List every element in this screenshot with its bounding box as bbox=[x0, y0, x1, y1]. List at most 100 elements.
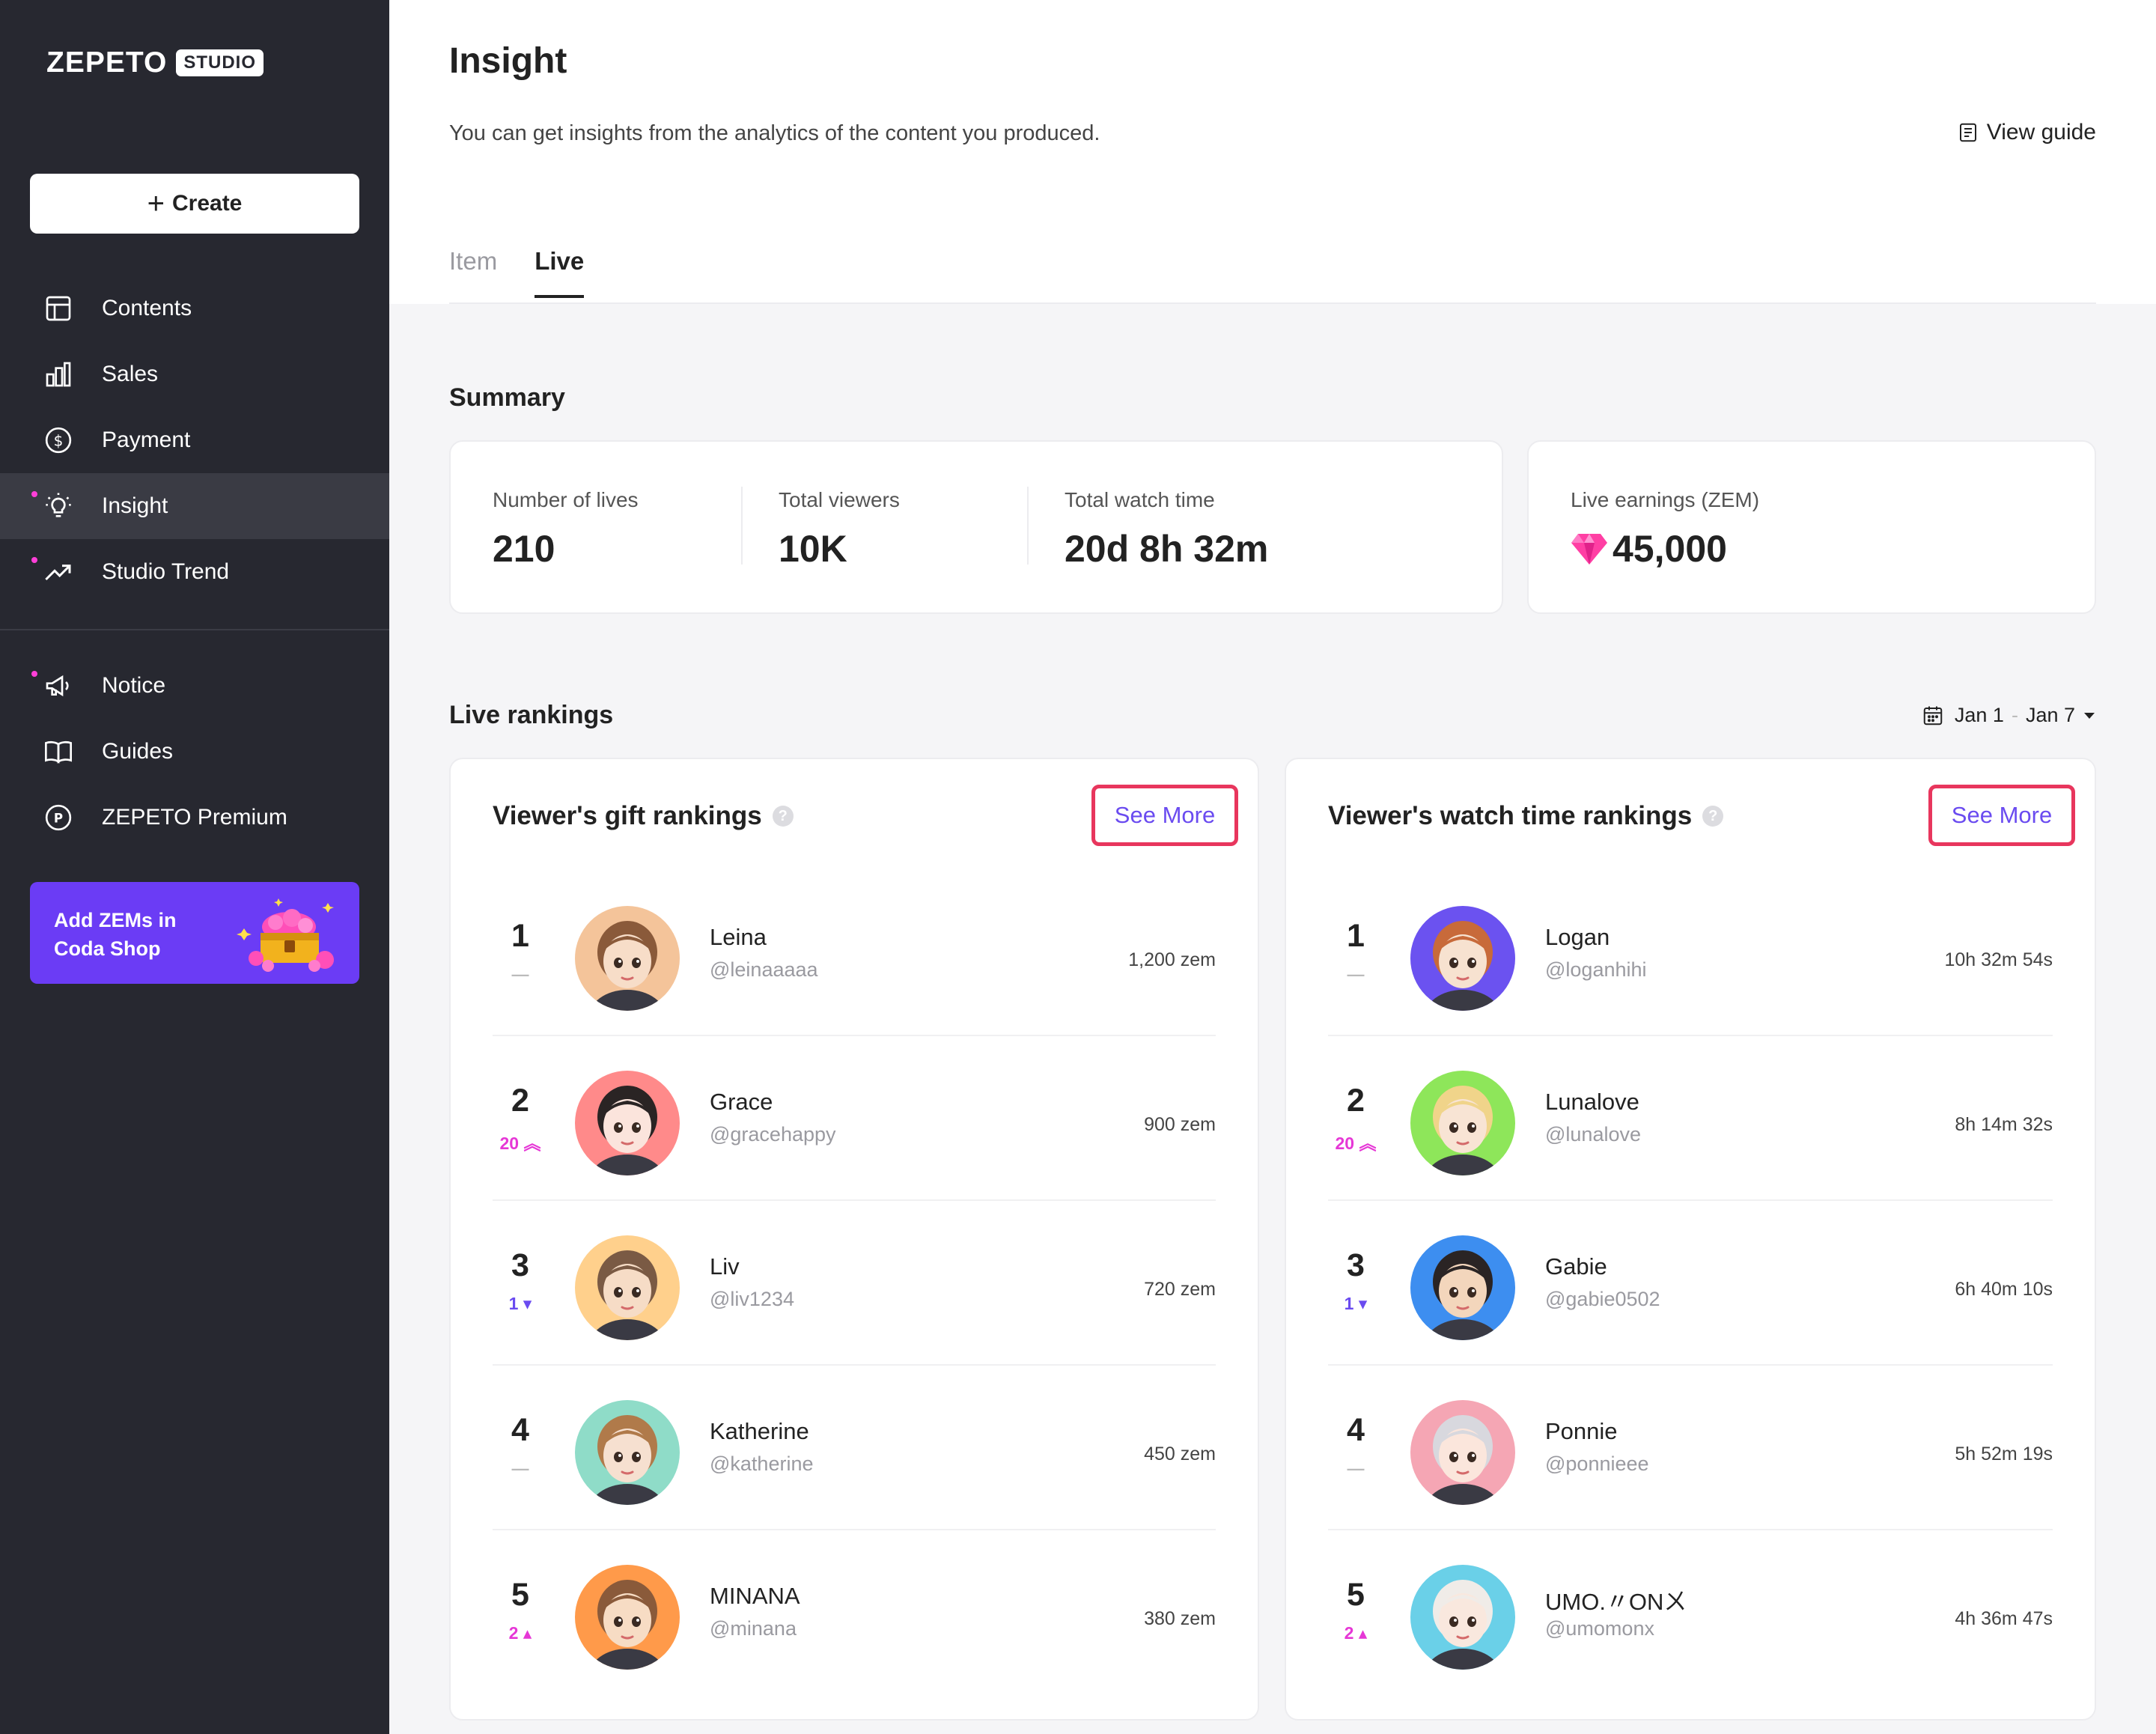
rank-change-value: 1 bbox=[1344, 1294, 1354, 1313]
sidebar-item-insight[interactable]: Insight bbox=[0, 473, 389, 539]
user-name[interactable]: Gabie bbox=[1545, 1253, 1607, 1280]
sidebar-item-payment[interactable]: $ Payment bbox=[0, 407, 389, 473]
gift-amount: 380 zem bbox=[1144, 1608, 1216, 1629]
ranking-row[interactable]: 1 — Logan @loganhihi 10h 32m 54s bbox=[1328, 871, 2053, 1036]
tab-live[interactable]: Live bbox=[535, 247, 585, 298]
user-name[interactable]: Logan bbox=[1545, 924, 1610, 951]
stat-label: Total viewers bbox=[779, 488, 900, 511]
user-avatar[interactable] bbox=[575, 906, 680, 1011]
plus-icon: + bbox=[147, 187, 165, 220]
ranking-row[interactable]: 5 2 ▴ UMO.〃ONㄨ @umomonx 4h 36m 47s bbox=[1328, 1530, 2053, 1695]
rank-number: 3 bbox=[1347, 1247, 1365, 1283]
stat-divider bbox=[741, 487, 743, 565]
see-more-button[interactable]: See More bbox=[1928, 785, 2075, 846]
user-name[interactable]: Leina bbox=[710, 924, 767, 951]
ranking-row[interactable]: 4 — Ponnie @ponnieee 5h 52m 19s bbox=[1328, 1366, 2053, 1530]
rank-change-value: 20 bbox=[1335, 1134, 1355, 1153]
ranking-row[interactable]: 2 20 ︽ Lunalove @lunalove 8h 14m 32s bbox=[1328, 1036, 2053, 1201]
stat-divider bbox=[1027, 487, 1029, 565]
user-avatar[interactable] bbox=[575, 1235, 680, 1340]
svg-text:P: P bbox=[54, 812, 63, 826]
date-start: Jan 1 bbox=[1954, 704, 2004, 726]
help-icon[interactable]: ? bbox=[1702, 806, 1724, 827]
user-name[interactable]: UMO.〃ONㄨ bbox=[1545, 1583, 1687, 1616]
gift-amount: 1,200 zem bbox=[1128, 949, 1216, 970]
sidebar-item-notice[interactable]: Notice bbox=[0, 653, 389, 719]
rank-change-value: — bbox=[511, 964, 529, 984]
sidebar-item-zepeto-premium[interactable]: P ZEPETO Premium bbox=[0, 785, 389, 851]
date-separator: - bbox=[2011, 704, 2018, 726]
user-avatar[interactable] bbox=[1410, 1071, 1515, 1175]
sidebar-item-label: ZEPETO Premium bbox=[102, 805, 287, 830]
coda-shop-promo-banner[interactable]: Add ZEMs in Coda Shop bbox=[30, 882, 359, 984]
user-name[interactable]: Liv bbox=[710, 1253, 740, 1280]
sidebar-item-label: Contents bbox=[102, 296, 192, 320]
gift-rankings-title: Viewer's gift rankings ? bbox=[493, 801, 794, 831]
user-name[interactable]: Ponnie bbox=[1545, 1418, 1618, 1445]
secondary-nav: Notice Guides P ZEPETO Premium bbox=[0, 653, 389, 851]
ranking-row[interactable]: 5 2 ▴ MINANA @minana 380 zem bbox=[493, 1530, 1216, 1695]
user-avatar[interactable] bbox=[1410, 1400, 1515, 1505]
sidebar-item-sales[interactable]: Sales bbox=[0, 341, 389, 407]
gift-rankings-card: Viewer's gift rankings ? See More 1 — Le… bbox=[449, 758, 1259, 1721]
rank-change-indicator: 1 ▾ bbox=[508, 1294, 532, 1313]
rank-change-indicator: — bbox=[1328, 1458, 1383, 1479]
see-more-button[interactable]: See More bbox=[1091, 785, 1238, 846]
watch-time-rankings-card: Viewer's watch time rankings ? See More … bbox=[1285, 758, 2096, 1721]
svg-text:$: $ bbox=[54, 432, 64, 450]
ranking-row[interactable]: 3 1 ▾ Gabie @gabie0502 6h 40m 10s bbox=[1328, 1201, 2053, 1366]
ranking-row[interactable]: 2 20 ︽ Grace @gracehappy 900 zem bbox=[493, 1036, 1216, 1201]
rank-change-value: 2 bbox=[508, 1623, 519, 1643]
ranking-row[interactable]: 4 — Katherine @katherine 450 zem bbox=[493, 1366, 1216, 1530]
logo-word: ZEPETO bbox=[46, 46, 168, 79]
live-rankings-title: Live rankings bbox=[449, 701, 614, 729]
zepeto-studio-logo[interactable]: ZEPETO STUDIO bbox=[46, 46, 264, 79]
sidebar-item-label: Payment bbox=[102, 428, 191, 452]
watch-time-rankings-title: Viewer's watch time rankings ? bbox=[1328, 801, 1724, 831]
user-avatar[interactable] bbox=[1410, 1235, 1515, 1340]
promo-line: Add ZEMs in bbox=[54, 909, 177, 931]
new-dot bbox=[31, 491, 37, 497]
create-button[interactable]: + Create bbox=[30, 174, 359, 234]
user-name[interactable]: Lunalove bbox=[1545, 1089, 1639, 1116]
ranking-row[interactable]: 3 1 ▾ Liv @liv1234 720 zem bbox=[493, 1201, 1216, 1366]
user-avatar[interactable] bbox=[575, 1071, 680, 1175]
user-avatar[interactable] bbox=[575, 1400, 680, 1505]
card-title-text: Viewer's gift rankings bbox=[493, 801, 762, 830]
help-icon[interactable]: ? bbox=[772, 806, 794, 827]
stat-label: Total watch time bbox=[1065, 488, 1215, 511]
document-icon bbox=[1959, 123, 1976, 142]
view-guide-link[interactable]: View guide bbox=[1957, 120, 2096, 145]
new-dot bbox=[31, 671, 37, 677]
rank-change-value: 2 bbox=[1344, 1623, 1354, 1643]
user-avatar[interactable] bbox=[575, 1565, 680, 1670]
promo-text: Add ZEMs in Coda Shop bbox=[54, 906, 219, 963]
card-title-text: Viewer's watch time rankings bbox=[1328, 801, 1693, 830]
rank-change-indicator: — bbox=[1328, 964, 1383, 985]
user-avatar[interactable] bbox=[1410, 906, 1515, 1011]
user-avatar[interactable] bbox=[1410, 1565, 1515, 1670]
summary-card: Number of lives 210 Total viewers 10K To… bbox=[449, 440, 1503, 614]
ranking-row[interactable]: 1 — Leina @leinaaaaa 1,200 zem bbox=[493, 871, 1216, 1036]
summary-title: Summary bbox=[449, 383, 565, 412]
rank-number: 2 bbox=[1347, 1083, 1365, 1119]
date-range-picker[interactable]: Jan 1 - Jan 7 bbox=[1922, 704, 2096, 727]
user-name[interactable]: MINANA bbox=[710, 1583, 800, 1610]
sidebar-item-contents[interactable]: Contents bbox=[0, 276, 389, 341]
rank-change-value: — bbox=[511, 1458, 529, 1478]
user-handle: @ponnieee bbox=[1545, 1452, 1649, 1475]
sidebar-item-label: Sales bbox=[102, 362, 159, 386]
new-dot bbox=[31, 557, 37, 563]
rank-number: 5 bbox=[511, 1577, 529, 1613]
user-handle: @loganhihi bbox=[1545, 958, 1647, 981]
user-name[interactable]: Grace bbox=[710, 1089, 773, 1116]
main-header: Insight You can get insights from the an… bbox=[389, 0, 2156, 304]
sidebar-item-guides[interactable]: Guides bbox=[0, 719, 389, 785]
rank-number: 1 bbox=[1347, 918, 1365, 954]
tab-item[interactable]: Item bbox=[449, 247, 497, 298]
user-name[interactable]: Katherine bbox=[710, 1418, 809, 1445]
stat-value: 20d 8h 32m bbox=[1065, 528, 1269, 570]
sidebar-item-studio-trend[interactable]: Studio Trend bbox=[0, 539, 389, 605]
tab-bar: Item Live bbox=[449, 247, 621, 298]
rank-change-value: 20 bbox=[499, 1134, 520, 1153]
